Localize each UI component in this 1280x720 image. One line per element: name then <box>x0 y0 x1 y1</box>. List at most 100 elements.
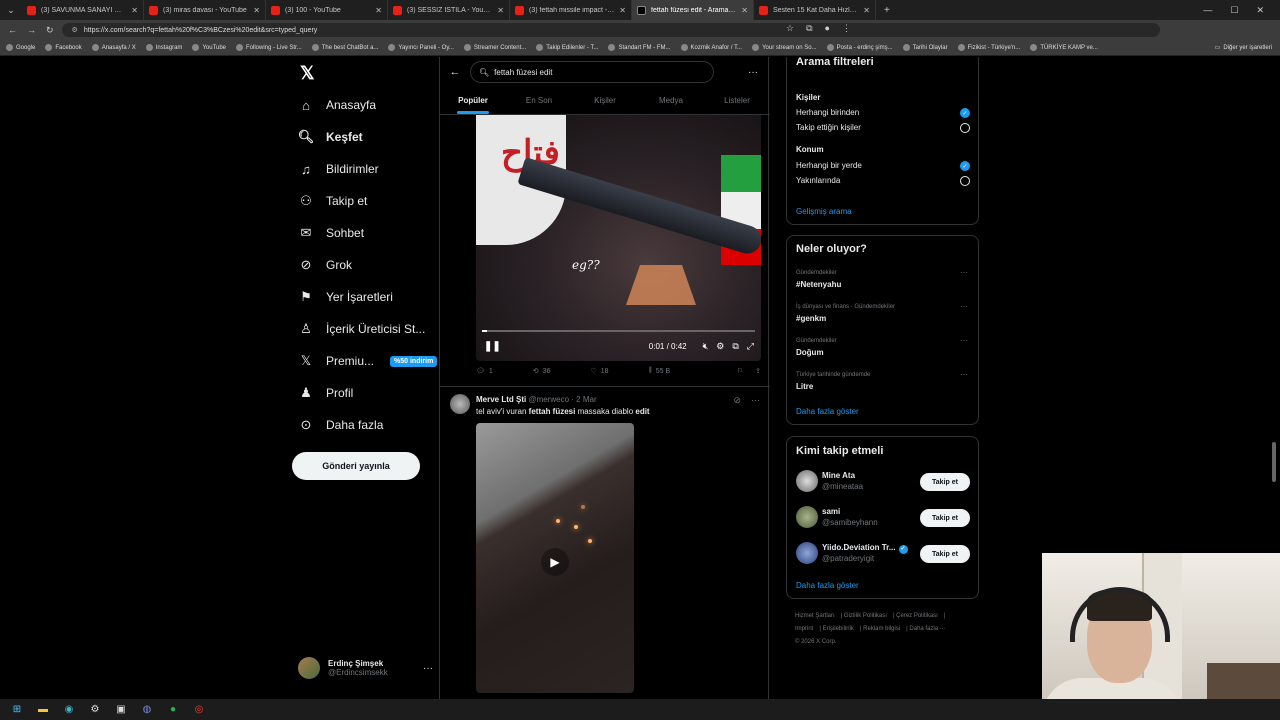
video-player[interactable]: فتاح ❚❚ 0:01 / 0:42 🔇︎ ⚙ ⧉ ⤢ <box>476 115 761 361</box>
url-field[interactable]: ⚙ https://x.com/search?q=fettah%20f%C3%B… <box>61 23 1160 37</box>
avatar[interactable] <box>796 542 818 564</box>
nav-bookmarks[interactable]: ⚑ Yer İşaretleri <box>298 289 393 305</box>
tab-lists[interactable]: Listeler <box>704 87 770 114</box>
fullscreen-icon[interactable]: ⤢ <box>747 341 754 352</box>
page-scrollbar[interactable] <box>1272 442 1276 482</box>
close-icon[interactable]: ✕ <box>253 6 260 15</box>
advanced-search-link[interactable]: Gelişmiş arama <box>796 207 852 216</box>
settings-icon[interactable]: ⚙ <box>716 341 724 352</box>
reload-icon[interactable]: ↻ <box>46 25 54 36</box>
back-icon[interactable]: ← <box>8 25 17 36</box>
maximize-icon[interactable]: ☐ <box>1230 5 1238 16</box>
trend-name[interactable]: #Netenyahu <box>796 280 841 289</box>
edge-browser-icon[interactable]: ◉ <box>62 703 76 717</box>
close-icon[interactable]: ✕ <box>619 6 626 15</box>
radio-unselected[interactable] <box>960 123 970 133</box>
close-window-icon[interactable]: ✕ <box>1256 5 1264 16</box>
site-info-icon[interactable]: ⚙ <box>72 26 78 34</box>
user-handle[interactable]: @samibeyhann <box>822 518 878 527</box>
bookmark-item[interactable]: YouTube <box>192 44 226 51</box>
footer-link[interactable]: Erişilebilirlik <box>823 626 854 632</box>
footer-link[interactable]: Çerez Politikası <box>896 613 938 619</box>
radio-selected[interactable]: ✓ <box>960 161 970 171</box>
discord-icon[interactable]: ◍ <box>140 703 154 717</box>
nav-more[interactable]: ⊙ Daha fazla <box>298 417 384 433</box>
author-handle[interactable]: @merweco <box>528 395 569 404</box>
radio-selected[interactable]: ✓ <box>960 108 970 118</box>
follow-button[interactable]: Takip et <box>920 509 970 527</box>
footer-link[interactable]: Hizmet Şartları <box>795 613 835 619</box>
bookmark-item[interactable]: Google <box>6 44 35 51</box>
mute-icon[interactable]: 🔇︎ <box>703 341 709 352</box>
browser-tab[interactable]: (3) SESSİZ İSTİLA - YouTube ✕ <box>388 0 510 20</box>
grok-icon[interactable]: ⊘ <box>733 395 741 406</box>
user-name[interactable]: Yiido.Deviation Tr... ✓ <box>822 543 908 554</box>
windows-start-icon[interactable]: ⊞ <box>10 703 24 717</box>
more-dots-icon[interactable]: ··· <box>960 302 968 311</box>
bookmark-item[interactable]: Your stream on So... <box>752 44 817 51</box>
bookmark-item[interactable]: TÜRKİYE KAMP ve... <box>1030 44 1098 51</box>
footer-link[interactable]: Daha fazla ··· <box>909 626 945 632</box>
avatar[interactable] <box>796 506 818 528</box>
bookmark-item[interactable]: Fizikist - Türkiye'n... <box>957 44 1020 51</box>
bookmark-item[interactable]: Posta - erdinç şimş... <box>826 44 893 51</box>
bookmark-item[interactable]: Streamer Content... <box>463 44 526 51</box>
follow-button[interactable]: Takip et <box>920 545 970 563</box>
close-icon[interactable]: ✕ <box>741 6 748 15</box>
tab-latest[interactable]: En Son <box>506 87 572 114</box>
nav-home[interactable]: ⌂ Anasayfa <box>298 97 376 113</box>
bookmark-icon[interactable]: ⚐ <box>737 367 743 375</box>
video-thumbnail[interactable]: ▶ <box>476 423 634 693</box>
browser-tab-active[interactable]: fettah füzesi edit - Arama / X ✕ <box>632 0 754 20</box>
nav-creator-studio[interactable]: ♙ İçerik Üreticisi St... <box>298 321 425 337</box>
more-dots-icon[interactable]: ··· <box>423 663 433 674</box>
avatar[interactable] <box>450 394 470 414</box>
bookmark-item[interactable]: Kozmik Anafor / T... <box>680 44 742 51</box>
tab-people[interactable]: Kişiler <box>572 87 638 114</box>
trend-name[interactable]: Doğum <box>796 348 824 357</box>
user-name[interactable]: Mine Ata <box>822 471 855 480</box>
forward-icon[interactable]: → <box>27 25 36 36</box>
nav-chat[interactable]: ✉ Sohbet <box>298 225 365 241</box>
bookmark-item[interactable]: Yayıncı Paneli - Oy... <box>388 44 454 51</box>
show-more-link[interactable]: Daha fazla göster <box>796 581 859 590</box>
share-icon[interactable]: ⇪ <box>755 367 761 375</box>
trend-name[interactable]: Litre <box>796 382 813 391</box>
views-button[interactable]: ⫼ 55 B <box>649 367 671 375</box>
play-icon[interactable]: ▶ <box>541 548 569 576</box>
show-more-link[interactable]: Daha fazla göster <box>796 407 859 416</box>
footer-link[interactable]: Gizlilik Politikası <box>844 613 887 619</box>
browser-tab[interactable]: (3) fettah missile impact - YouTube✕ <box>510 0 632 20</box>
spotify-icon[interactable]: ● <box>166 703 180 717</box>
user-handle[interactable]: @mineataa <box>822 482 863 491</box>
nav-follow[interactable]: ⚇ Takip et <box>298 193 367 209</box>
browser-tab[interactable]: (3) 100 - YouTube ✕ <box>266 0 388 20</box>
tab-search-icon[interactable]: ⌄ <box>0 0 22 20</box>
epic-games-icon[interactable]: ▣ <box>114 703 128 717</box>
close-icon[interactable]: ✕ <box>375 6 382 15</box>
footer-link[interactable]: Reklam bilgisi <box>863 626 900 632</box>
filter-option-label[interactable]: Herhangi birinden <box>796 108 859 117</box>
bookmark-item[interactable]: The best ChatBot a... <box>311 44 378 51</box>
more-dots-icon[interactable]: ··· <box>960 370 968 379</box>
bookmark-item[interactable]: Instagram <box>145 44 182 51</box>
more-dots-icon[interactable]: ··· <box>751 395 760 406</box>
bookmark-item[interactable]: Anasayfa / X <box>91 44 136 51</box>
user-handle[interactable]: @patraderyigit <box>822 554 874 563</box>
follow-button[interactable]: Takip et <box>920 473 970 491</box>
tab-media[interactable]: Medya <box>638 87 704 114</box>
post-button[interactable]: Gönderi yayınla <box>292 452 420 480</box>
back-arrow-icon[interactable]: ← <box>440 66 470 78</box>
bookmark-item[interactable]: Tarihi Olaylar <box>902 44 948 51</box>
new-tab-icon[interactable]: + <box>876 5 898 16</box>
more-dots-icon[interactable]: ··· <box>748 67 758 78</box>
minimize-icon[interactable]: — <box>1203 5 1212 15</box>
pause-icon[interactable]: ❚❚ <box>484 341 501 352</box>
tweet-date[interactable]: · 2 Mar <box>571 395 596 404</box>
nav-grok[interactable]: ⊘ Grok <box>298 257 352 273</box>
nav-notifications[interactable]: ♫ Bildirimler <box>298 161 379 177</box>
video-progress-bar[interactable] <box>482 330 755 332</box>
close-icon[interactable]: ✕ <box>497 6 504 15</box>
filter-option-label[interactable]: Takip ettiğin kişiler <box>796 123 861 132</box>
like-button[interactable]: ♡ 18 <box>590 367 608 376</box>
